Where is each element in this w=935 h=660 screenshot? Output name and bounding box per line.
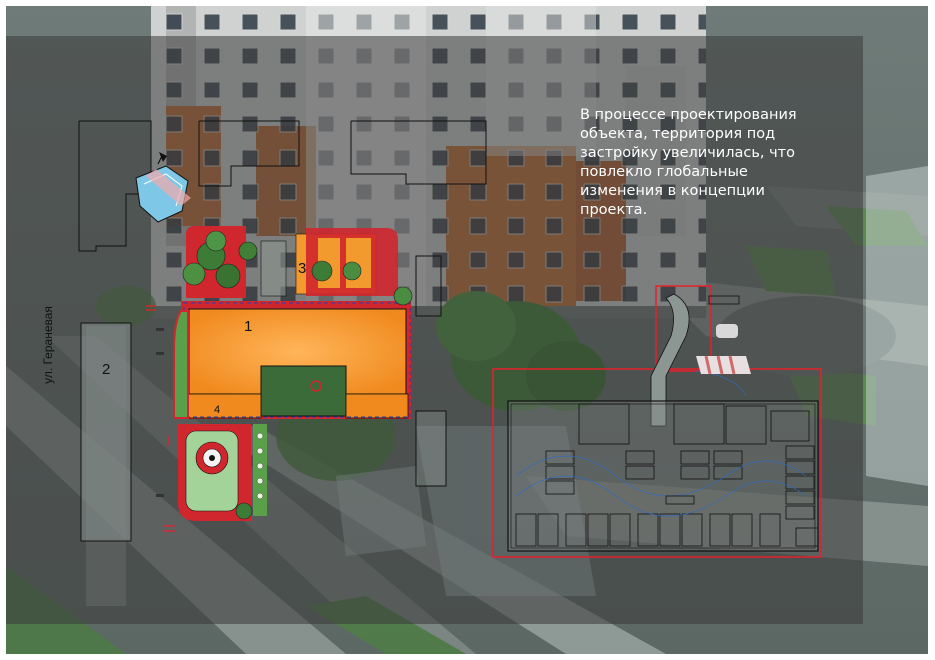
courtyard-lower [178, 424, 267, 521]
plan-number-4: 4 [214, 404, 221, 416]
street-label-text: ул. Гераневая [41, 306, 55, 384]
plan-number-1: 1 [244, 318, 253, 335]
project-description-text: В процессе проектирования объекта, терри… [580, 107, 797, 218]
main-building-1 [181, 301, 411, 419]
render-board: В процессе проектирования объекта, терри… [6, 6, 928, 654]
plan-number-2: 2 [102, 361, 111, 378]
site-render [6, 6, 928, 654]
plan-number-3: 3 [298, 260, 307, 277]
